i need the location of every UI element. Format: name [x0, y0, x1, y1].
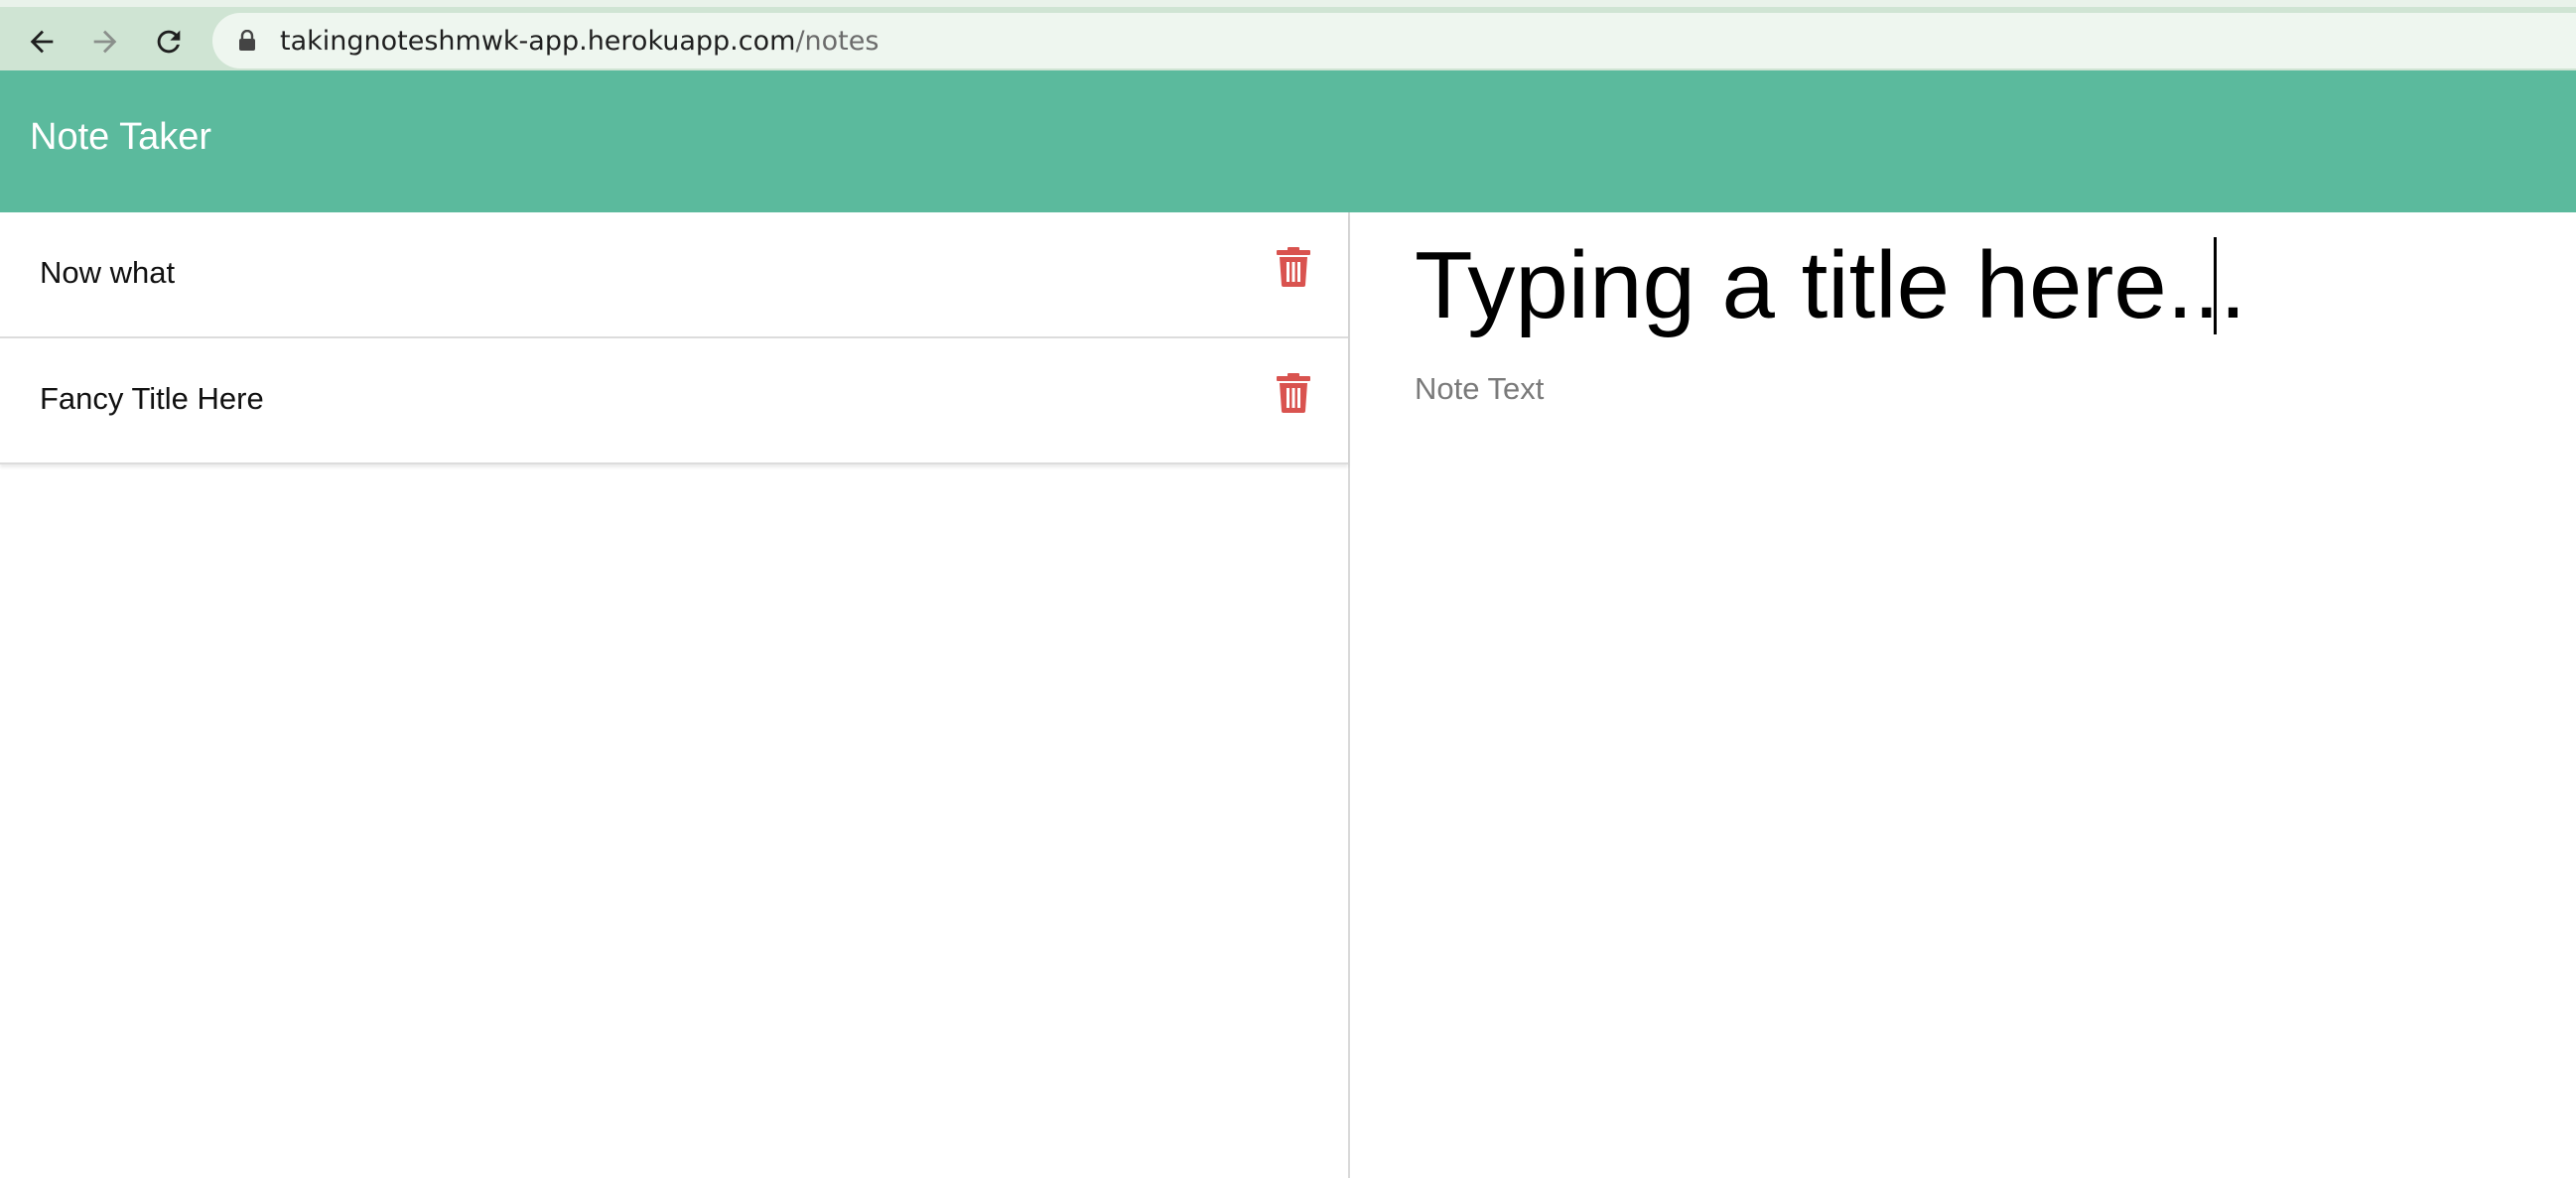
- note-title-input[interactable]: [1412, 226, 2504, 345]
- list-item[interactable]: Now what: [0, 212, 1348, 338]
- reload-icon: [157, 30, 181, 54]
- trash-icon: [1277, 373, 1310, 413]
- browser-toolbar: takingnoteshmwk-app.herokuapp.com/notes: [0, 0, 2576, 70]
- back-button[interactable]: [16, 16, 68, 67]
- note-text-area[interactable]: [1412, 371, 2523, 967]
- lock-icon: [239, 30, 255, 51]
- trash-icon: [1277, 247, 1310, 287]
- delete-note-button[interactable]: [1277, 373, 1310, 413]
- url-host: takingnoteshmwk-app.herokuapp.com: [280, 26, 796, 57]
- arrow-left-icon: [30, 30, 54, 54]
- url-text: takingnoteshmwk-app.herokuapp.com/notes: [280, 26, 879, 57]
- url-path: /notes: [795, 26, 880, 57]
- text-caret: [2214, 237, 2217, 334]
- note-list-panel: Now what Fancy Title Here: [0, 212, 1350, 1178]
- note-editor-panel: [1352, 212, 2576, 1178]
- arrow-right-icon: [93, 30, 117, 54]
- note-title: Now what: [40, 255, 176, 290]
- reload-button[interactable]: [143, 16, 195, 67]
- list-item[interactable]: Fancy Title Here: [0, 338, 1348, 464]
- app-title[interactable]: Note Taker: [30, 116, 211, 159]
- note-list: Now what Fancy Title Here: [0, 212, 1348, 464]
- forward-button[interactable]: [79, 16, 131, 67]
- note-title: Fancy Title Here: [40, 381, 264, 416]
- address-bar[interactable]: takingnoteshmwk-app.herokuapp.com/notes: [212, 13, 2576, 68]
- app-header: Note Taker: [0, 70, 2576, 212]
- delete-note-button[interactable]: [1277, 247, 1310, 287]
